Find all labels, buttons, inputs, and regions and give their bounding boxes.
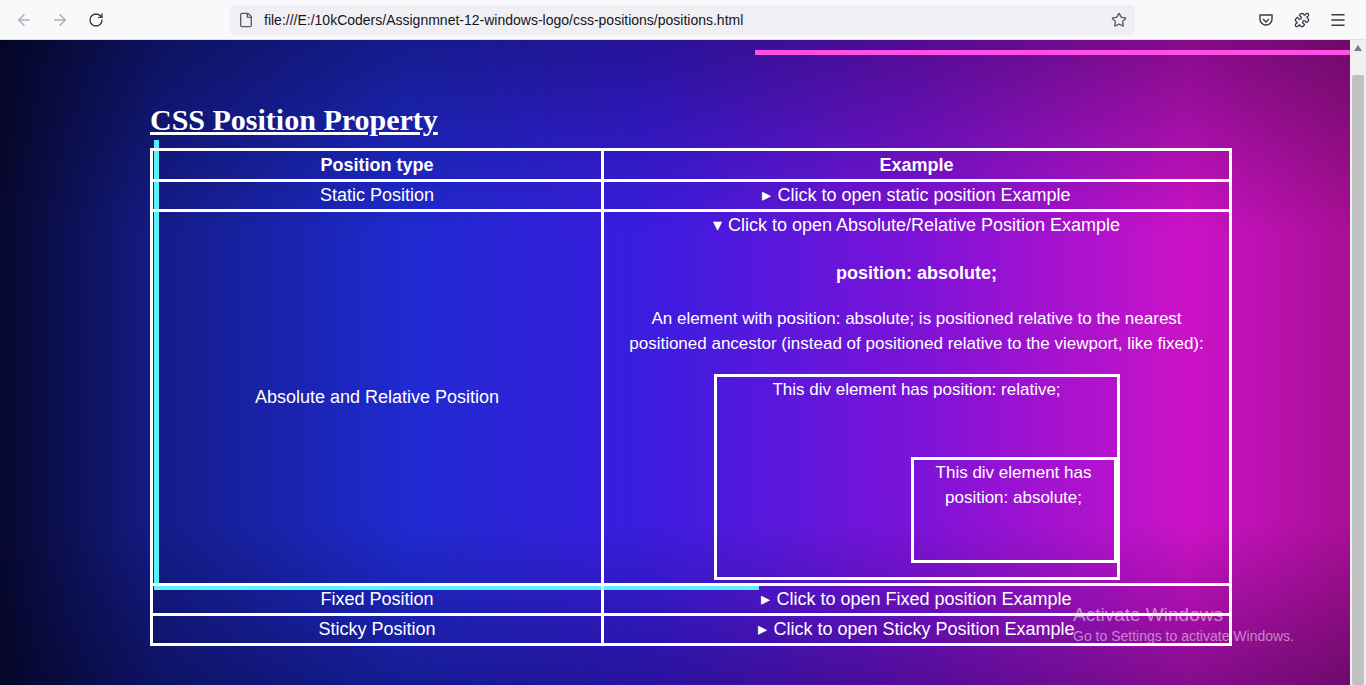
toolbar-actions bbox=[1250, 4, 1358, 36]
page-content: CSS Position Property Position typeExampl… bbox=[0, 40, 1232, 646]
back-button[interactable] bbox=[8, 4, 40, 36]
url-bar[interactable]: file:///E:/10kCoders/Assignmnet-12-windo… bbox=[230, 5, 1135, 35]
table-header-cell: Example bbox=[603, 150, 1231, 181]
example-summary[interactable]: ▸Click to open static position Example bbox=[612, 183, 1221, 208]
example-text: An element with position: absolute; is p… bbox=[612, 306, 1221, 356]
pocket-icon bbox=[1258, 12, 1274, 28]
watermark-subtitle: Go to Settings to activate Windows. bbox=[1073, 627, 1294, 645]
browser-window: file:///E:/10kCoders/Assignmnet-12-windo… bbox=[0, 0, 1366, 685]
example-summary[interactable]: ▾Click to open Absolute/Relative Positio… bbox=[612, 213, 1221, 238]
watermark-title: Activate Windows bbox=[1073, 603, 1294, 627]
reload-button[interactable] bbox=[80, 4, 112, 36]
disclosure-icon: ▸ bbox=[762, 185, 771, 205]
example-details: ▸Click to open Sticky Position Example bbox=[612, 617, 1221, 642]
file-icon bbox=[238, 12, 254, 28]
puzzle-icon bbox=[1294, 12, 1310, 28]
example-details: ▸Click to open static position Example bbox=[612, 183, 1221, 208]
activation-watermark: Activate WindowsGo to Settings to activa… bbox=[1073, 603, 1294, 645]
table-header-row: Position typeExample bbox=[152, 150, 1231, 181]
example-summary[interactable]: ▸Click to open Fixed position Example bbox=[612, 587, 1221, 612]
example-details: ▾Click to open Absolute/Relative Positio… bbox=[612, 213, 1221, 580]
forward-button[interactable] bbox=[44, 4, 76, 36]
positions-table: Position typeExampleStatic Position ▸Clic… bbox=[150, 148, 1232, 646]
example-cell: ▾Click to open Absolute/Relative Positio… bbox=[603, 211, 1231, 585]
table-row: Sticky Position ▸Click to open Sticky Pos… bbox=[152, 615, 1231, 645]
example-cell: ▸Click to open Fixed position Example bbox=[603, 585, 1231, 615]
page-viewport: CSS Position Property Position typeExampl… bbox=[0, 40, 1350, 685]
position-type-cell: Fixed Position bbox=[152, 585, 603, 615]
star-icon[interactable] bbox=[1111, 12, 1127, 28]
example-cell: ▸Click to open Sticky Position Example bbox=[603, 615, 1231, 645]
table-row: Static Position ▸Click to open static pos… bbox=[152, 181, 1231, 211]
table-row: Absolute and Relative Position ▾Click to … bbox=[152, 211, 1231, 585]
disclosure-icon: ▸ bbox=[761, 589, 770, 609]
disclosure-icon: ▸ bbox=[758, 619, 767, 639]
menu-button[interactable] bbox=[1322, 4, 1354, 36]
arrow-up-icon bbox=[1354, 45, 1362, 51]
relative-box-text: This div element has position: relative; bbox=[717, 377, 1117, 402]
example-details: ▸Click to open Fixed position Example bbox=[612, 587, 1221, 612]
page-heading: CSS Position Property bbox=[150, 100, 1232, 140]
scroll-up-button[interactable] bbox=[1350, 40, 1366, 56]
position-type-cell: Absolute and Relative Position bbox=[152, 211, 603, 585]
disclosure-icon: ▾ bbox=[713, 215, 722, 235]
position-type-cell: Static Position bbox=[152, 181, 603, 211]
reload-icon bbox=[88, 12, 104, 28]
relative-box: This div element has position: relative;… bbox=[714, 374, 1120, 580]
extensions-button[interactable] bbox=[1286, 4, 1318, 36]
scroll-track bbox=[1350, 56, 1366, 685]
absolute-box-text: This div element has position: absolute; bbox=[914, 460, 1114, 510]
table-row: Fixed Position ▸Click to open Fixed posit… bbox=[152, 585, 1231, 615]
pocket-button[interactable] bbox=[1250, 4, 1282, 36]
table-header-cell: Position type bbox=[152, 150, 603, 181]
example-cell: ▸Click to open static position Example bbox=[603, 181, 1231, 211]
position-type-cell: Sticky Position bbox=[152, 615, 603, 645]
scroll-thumb[interactable] bbox=[1352, 75, 1364, 685]
absolute-box: This div element has position: absolute; bbox=[911, 457, 1117, 563]
menu-icon bbox=[1329, 11, 1347, 29]
arrow-left-icon bbox=[15, 11, 33, 29]
scrollbar[interactable] bbox=[1350, 40, 1366, 685]
example-summary[interactable]: ▸Click to open Sticky Position Example bbox=[612, 617, 1221, 642]
arrow-right-icon bbox=[51, 11, 69, 29]
example-heading: position: absolute; bbox=[612, 260, 1221, 286]
browser-toolbar: file:///E:/10kCoders/Assignmnet-12-windo… bbox=[0, 0, 1366, 40]
url-text[interactable]: file:///E:/10kCoders/Assignmnet-12-windo… bbox=[264, 12, 1101, 28]
page-area: CSS Position Property Position typeExampl… bbox=[0, 40, 1366, 685]
